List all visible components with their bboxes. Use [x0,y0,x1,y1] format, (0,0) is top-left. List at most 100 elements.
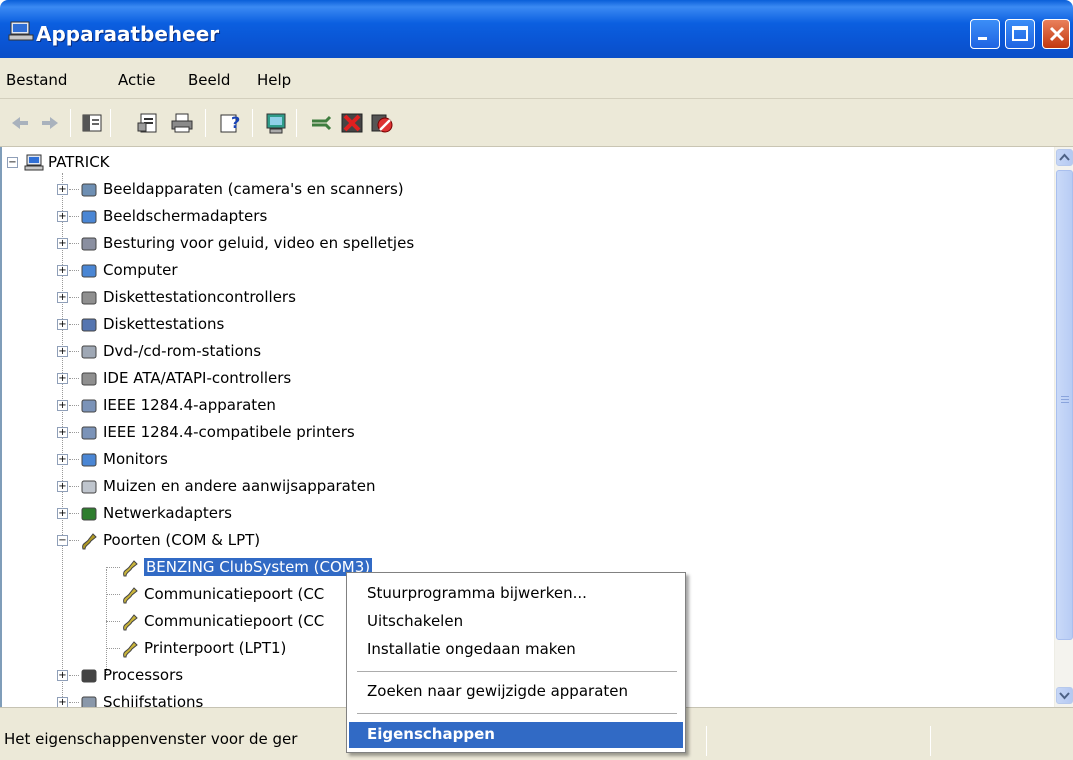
close-icon [1049,26,1065,42]
expand-icon[interactable]: + [57,346,68,357]
tree-category[interactable]: + IDE ATA/ATAPI-controllers [2,365,502,392]
close-button[interactable] [1042,19,1070,49]
port-icon [123,587,138,604]
tree-category[interactable]: + Beeldschermadapters [2,203,502,230]
menu-help[interactable]: Help [257,71,291,89]
tree-connector [106,594,120,595]
toolbar-separator [296,109,297,137]
chevron-down-icon [1059,692,1070,700]
port-icon [123,560,138,577]
expand-icon[interactable]: + [57,400,68,411]
toolbar: ? [0,99,1073,147]
scroll-down-button[interactable] [1056,687,1073,704]
print-icon[interactable] [170,111,194,135]
disable-icon[interactable] [370,111,394,135]
tree-category[interactable]: + Computer [2,257,502,284]
tree-category[interactable]: + Netwerkadapters [2,500,502,527]
expand-icon[interactable]: + [57,481,68,492]
uninstall-icon[interactable] [340,111,364,135]
tree-node-label: Printerpoort (LPT1) [144,639,287,657]
title-bar[interactable]: Apparaatbeheer [0,0,1073,58]
tree-node-label: IDE ATA/ATAPI-controllers [103,369,292,387]
menu-item-uninstall[interactable]: Installatie ongedaan maken [349,637,683,663]
tree-category[interactable]: − Poorten (COM & LPT) [2,527,502,554]
collapse-icon[interactable]: − [57,535,68,546]
minimize-button[interactable] [970,19,1000,49]
expand-icon[interactable]: + [57,427,68,438]
forward-icon[interactable] [38,111,62,135]
device-category-icon [81,318,97,332]
menu-bestand[interactable]: Bestand [6,71,67,89]
tree-connector [106,621,120,622]
expand-icon[interactable]: + [57,508,68,519]
tree-category[interactable]: + Dvd-/cd-rom-stations [2,338,502,365]
computer-icon [24,154,44,171]
expand-icon[interactable]: + [57,454,68,465]
menu-actie[interactable]: Actie [118,71,156,89]
scan-hardware-icon[interactable] [264,111,288,135]
tree-connector [69,216,79,217]
device-category-icon [81,210,97,224]
tree-connector [69,405,79,406]
menu-bar: Bestand Actie Beeld Help [0,58,1073,99]
tree-category[interactable]: + IEEE 1284.4-apparaten [2,392,502,419]
menu-item-scan-hardware[interactable]: Zoeken naar gewijzigde apparaten [349,679,683,705]
tree-category[interactable]: + Diskettestations [2,311,502,338]
device-category-icon [81,345,97,359]
vertical-scrollbar[interactable] [1054,147,1073,707]
expand-icon[interactable]: + [57,238,68,249]
device-category-icon [81,507,97,521]
tree-connector [69,702,79,703]
tree-root[interactable]: − PATRICK [2,149,302,176]
update-driver-icon[interactable] [310,111,334,135]
menu-beeld[interactable]: Beeld [188,71,230,89]
device-category-icon [81,453,97,467]
expand-icon[interactable]: + [57,292,68,303]
maximize-button[interactable] [1005,19,1035,49]
menu-item-label: Zoeken naar gewijzigde apparaten [367,682,628,700]
tree-category[interactable]: + Monitors [2,446,502,473]
tree-category[interactable]: + Besturing voor geluid, video en spellet… [2,230,502,257]
expand-icon[interactable]: + [57,265,68,276]
expand-icon[interactable]: + [57,373,68,384]
menu-item-label: Stuurprogramma bijwerken... [367,584,587,602]
menu-item-disable[interactable]: Uitschakelen [349,609,683,635]
scroll-up-button[interactable] [1056,149,1073,166]
tree-category[interactable]: + IEEE 1284.4-compatibele printers [2,419,502,446]
tree-node-label: BENZING ClubSystem (COM3) [144,558,373,576]
collapse-icon[interactable]: − [7,157,18,168]
tree-connector [69,486,79,487]
device-category-icon [81,183,97,197]
tree-node-label: Monitors [103,450,168,468]
expand-icon[interactable]: + [57,211,68,222]
tree-node-label: Beeldschermadapters [103,207,268,225]
expand-icon[interactable]: + [57,697,68,707]
back-icon[interactable] [8,111,32,135]
tree-connector [69,459,79,460]
tree-connector [69,351,79,352]
scroll-thumb[interactable] [1056,170,1073,640]
tree-connector [69,675,79,676]
menu-item-properties[interactable]: Eigenschappen [349,722,683,748]
help-icon[interactable]: ? [218,111,242,135]
tree-node-label: Netwerkadapters [103,504,232,522]
device-category-icon [81,426,97,440]
tree-connector [69,432,79,433]
device-manager-icon [8,21,34,41]
tree-connector [69,378,79,379]
menu-item-update-driver[interactable]: Stuurprogramma bijwerken... [349,581,683,607]
tree-category[interactable]: + Diskettestationcontrollers [2,284,502,311]
tree-node-label: Muizen en andere aanwijsapparaten [103,477,376,495]
expand-icon[interactable]: + [57,184,68,195]
console-tree-icon[interactable] [80,111,104,135]
toolbar-separator [205,109,206,137]
properties-icon[interactable] [136,111,160,135]
chevron-up-icon [1059,153,1070,161]
tree-category[interactable]: + Muizen en andere aanwijsapparaten [2,473,502,500]
tree-node-label: Poorten (COM & LPT) [103,531,261,549]
tree-category[interactable]: + Beeldapparaten (camera's en scanners) [2,176,502,203]
expand-icon[interactable]: + [57,319,68,330]
status-separator [706,726,707,756]
root-label: PATRICK [48,153,110,171]
expand-icon[interactable]: + [57,670,68,681]
